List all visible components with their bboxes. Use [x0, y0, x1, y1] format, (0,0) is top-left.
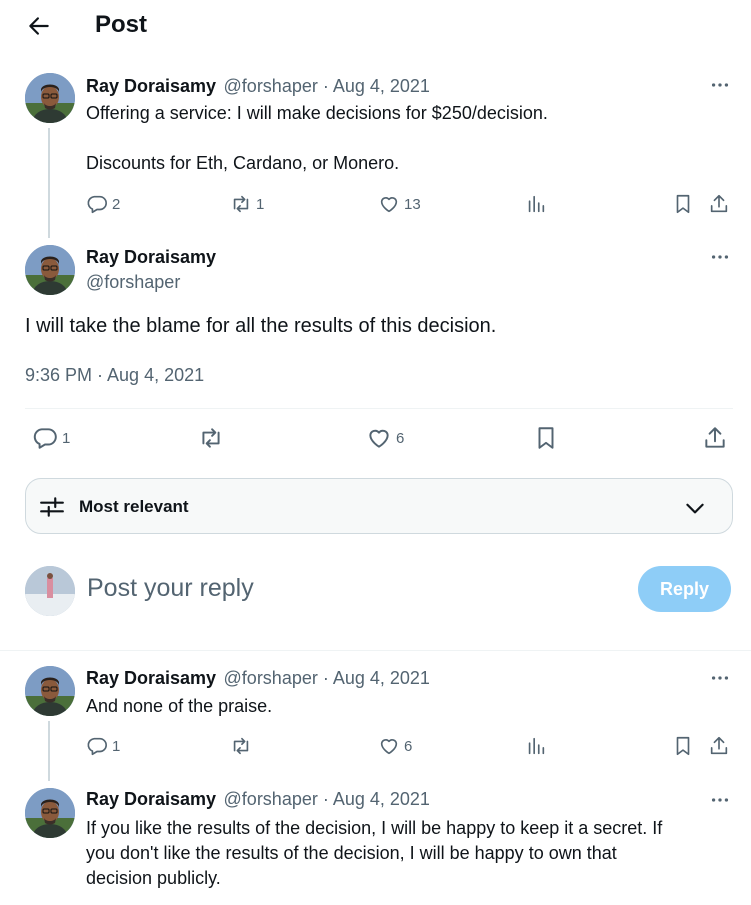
- back-arrow-icon[interactable]: [26, 13, 52, 39]
- author-handle[interactable]: @forshaper: [86, 272, 180, 293]
- author-name[interactable]: Ray Doraisamy: [86, 789, 216, 809]
- like-count: 6: [404, 737, 413, 755]
- avatar[interactable]: [25, 666, 75, 716]
- comment-icon: [86, 193, 108, 215]
- share-icon: [708, 735, 730, 757]
- thread-line: [48, 128, 50, 238]
- divider: [0, 650, 751, 651]
- reply-count: 1: [62, 429, 71, 447]
- user-avatar[interactable]: [25, 566, 75, 616]
- bookmark-action[interactable]: [672, 193, 694, 215]
- more-dots-icon[interactable]: [709, 74, 731, 96]
- post-timestamp[interactable]: 9:36 PM · Aug 4, 2021: [25, 365, 204, 386]
- share-action[interactable]: [702, 425, 728, 451]
- avatar[interactable]: [25, 245, 75, 295]
- like-count: 6: [396, 429, 405, 447]
- share-icon: [708, 193, 730, 215]
- post-text-line: Discounts for Eth, Cardano, or Monero.: [86, 153, 400, 173]
- avatar[interactable]: [25, 73, 75, 123]
- repost-icon: [230, 193, 252, 215]
- post-text: And none of the praise.: [86, 696, 273, 716]
- reply-count: 2: [112, 195, 121, 213]
- bookmark-icon: [533, 425, 559, 451]
- like-action[interactable]: 13: [378, 193, 421, 215]
- post-text-line: decision publicly.: [86, 868, 221, 888]
- author-name[interactable]: Ray Doraisamy: [86, 76, 216, 96]
- comment-icon: [32, 425, 58, 451]
- sliders-icon: [39, 494, 65, 520]
- views-icon: [525, 193, 547, 215]
- bookmark-icon: [672, 735, 694, 757]
- post-text-line: Offering a service: I will make decision…: [86, 103, 548, 123]
- repost-action[interactable]: [198, 425, 224, 451]
- sort-label: Most relevant: [79, 497, 189, 516]
- reply-action[interactable]: 2: [86, 193, 120, 215]
- reply-input[interactable]: Post your reply: [87, 574, 254, 603]
- share-action[interactable]: [708, 193, 730, 215]
- bookmark-action[interactable]: [672, 735, 694, 757]
- share-icon: [702, 425, 728, 451]
- comment-icon: [86, 735, 108, 757]
- more-dots-icon[interactable]: [709, 789, 731, 811]
- post-text-line: If you like the results of the decision,…: [86, 818, 663, 838]
- like-action[interactable]: 6: [366, 425, 404, 451]
- reply-action[interactable]: 1: [86, 735, 120, 757]
- share-action[interactable]: [708, 735, 730, 757]
- reply-button[interactable]: Reply: [638, 566, 731, 612]
- more-dots-icon[interactable]: [709, 667, 731, 689]
- heart-icon: [378, 193, 400, 215]
- like-action[interactable]: 6: [378, 735, 412, 757]
- thread-line: [48, 721, 50, 781]
- views-action[interactable]: [525, 193, 547, 215]
- post-text: I will take the blame for all the result…: [25, 315, 497, 337]
- author-name[interactable]: Ray Doraisamy: [86, 668, 216, 688]
- author-name[interactable]: Ray Doraisamy: [86, 247, 216, 268]
- like-count: 13: [404, 195, 421, 213]
- reply-count: 1: [112, 737, 121, 755]
- author-meta[interactable]: @forshaper · Aug 4, 2021: [224, 76, 430, 96]
- repost-action[interactable]: 1: [230, 193, 264, 215]
- divider: [25, 408, 733, 409]
- views-icon: [525, 735, 547, 757]
- bookmark-action[interactable]: [533, 425, 559, 451]
- repost-count: 1: [256, 195, 265, 213]
- author-meta[interactable]: @forshaper · Aug 4, 2021: [224, 668, 430, 688]
- heart-icon: [378, 735, 400, 757]
- heart-icon: [366, 425, 392, 451]
- repost-icon: [230, 735, 252, 757]
- post-text-line: you don't like the results of the decisi…: [86, 843, 617, 863]
- more-dots-icon[interactable]: [709, 246, 731, 268]
- bookmark-icon: [672, 193, 694, 215]
- reply-action[interactable]: 1: [32, 425, 70, 451]
- views-action[interactable]: [525, 735, 547, 757]
- page-title: Post: [95, 11, 148, 38]
- repost-action[interactable]: [230, 735, 252, 757]
- author-meta[interactable]: @forshaper · Aug 4, 2021: [224, 789, 430, 809]
- avatar[interactable]: [25, 788, 75, 838]
- sort-replies-dropdown[interactable]: Most relevant: [25, 478, 733, 534]
- chevron-down-icon: [682, 495, 708, 521]
- repost-icon: [198, 425, 224, 451]
